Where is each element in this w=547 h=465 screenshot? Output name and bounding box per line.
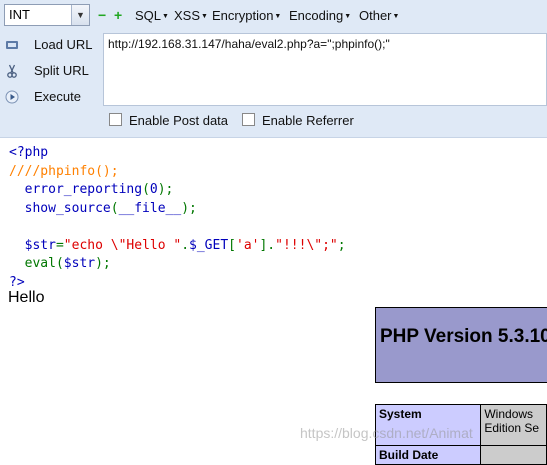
menu-encoding-label: Encoding [289, 8, 344, 23]
checkbox-box[interactable] [109, 113, 122, 126]
source-token: show_source [24, 200, 111, 216]
source-line-open-tag: <?php [9, 145, 49, 160]
caret-down-icon: ▼ [392, 12, 400, 20]
execute-button[interactable]: Execute [0, 86, 100, 108]
menu-sql[interactable]: SQL▼ [135, 8, 169, 25]
source-line-close-tag: ?> [9, 274, 25, 290]
source-token: 'a' [236, 237, 260, 253]
hackbar-toolbar: INT ▼ − + SQL▼ XSS▼ Encryption▼ Encoding… [0, 0, 547, 138]
source-token: 0 [149, 182, 158, 197]
phpinfo-value-line: Windows [484, 407, 534, 421]
caret-down-icon: ▼ [162, 12, 169, 20]
enable-post-label: Enable Post data [129, 113, 229, 128]
phpinfo-value [480, 445, 547, 465]
menu-other-label: Other [359, 8, 392, 23]
source-token: ); [181, 200, 197, 216]
menu-encryption-label: Encryption [212, 8, 274, 23]
menu-xss[interactable]: XSS▼ [174, 8, 208, 25]
type-select-value: INT [9, 7, 30, 22]
execute-label: Execute [34, 89, 81, 104]
source-token: ( [55, 256, 64, 271]
caret-down-icon: ▼ [274, 12, 282, 20]
load-url-button[interactable]: Load URL [0, 34, 100, 56]
source-token: = [55, 237, 64, 253]
hackbar-top-row: INT ▼ − + SQL▼ XSS▼ Encryption▼ Encoding… [0, 0, 547, 33]
menu-encoding[interactable]: Encoding▼ [289, 8, 351, 25]
source-token: ); [95, 256, 111, 271]
phpinfo-value: Windows Edition Se [480, 404, 547, 446]
split-url-button[interactable]: Split URL [0, 60, 100, 82]
decrement-button[interactable]: − [98, 8, 106, 22]
watermark: https://blog.csdn.net/Animat [300, 425, 473, 441]
phpinfo-title: PHP Version 5.3.10 [380, 326, 547, 347]
enable-referrer-label: Enable Referrer [262, 113, 354, 128]
enable-post-checkbox[interactable]: Enable Post data [109, 113, 228, 129]
phpinfo-key: Build Date [374, 445, 482, 465]
checkbox-box[interactable] [242, 113, 255, 126]
menu-encryption[interactable]: Encryption▼ [212, 8, 281, 25]
phpinfo-value-line: Edition Se [484, 421, 540, 435]
source-token: ( [110, 200, 119, 216]
php-source-code: <?php ////phpinfo(); error_reporting(0);… [9, 144, 346, 292]
table-row: Build Date [374, 445, 547, 465]
source-token: $str [24, 237, 56, 253]
load-url-icon [5, 38, 19, 52]
source-token: "!!!\";" [275, 237, 338, 253]
scissors-icon [5, 64, 19, 78]
menu-sql-label: SQL [135, 8, 162, 23]
source-token: . [181, 237, 190, 253]
split-url-label: Split URL [34, 63, 89, 78]
source-token: error_reporting [24, 182, 143, 197]
source-token: ; [337, 237, 346, 253]
source-token: $_GET [189, 237, 229, 253]
menu-other[interactable]: Other▼ [359, 8, 399, 25]
source-token: __file__ [118, 200, 182, 216]
play-icon [5, 90, 19, 104]
type-select[interactable]: INT ▼ [4, 4, 90, 26]
source-line-comment: ////phpinfo(); [9, 163, 119, 179]
source-token: ( [142, 182, 150, 197]
menu-xss-label: XSS [174, 8, 201, 23]
source-token: $str [63, 256, 96, 271]
eval-output-text: Hello [8, 289, 45, 306]
source-token: eval [24, 256, 56, 271]
load-url-label: Load URL [34, 37, 93, 52]
url-textarea[interactable]: http://192.168.31.147/haha/eval2.php?a="… [103, 33, 547, 106]
url-value: http://192.168.31.147/haha/eval2.php?a="… [108, 37, 390, 51]
phpinfo-header: PHP Version 5.3.10 [375, 307, 547, 383]
source-token: ]. [259, 237, 276, 253]
source-token: [ [228, 237, 236, 253]
caret-down-icon: ▼ [201, 12, 208, 20]
enable-referrer-checkbox[interactable]: Enable Referrer [242, 113, 354, 129]
increment-button[interactable]: + [114, 8, 122, 22]
caret-down-icon: ▼ [344, 12, 352, 20]
source-token: ); [157, 182, 174, 197]
chevron-down-icon: ▼ [71, 5, 89, 25]
source-token: "echo \"Hello " [63, 237, 182, 253]
